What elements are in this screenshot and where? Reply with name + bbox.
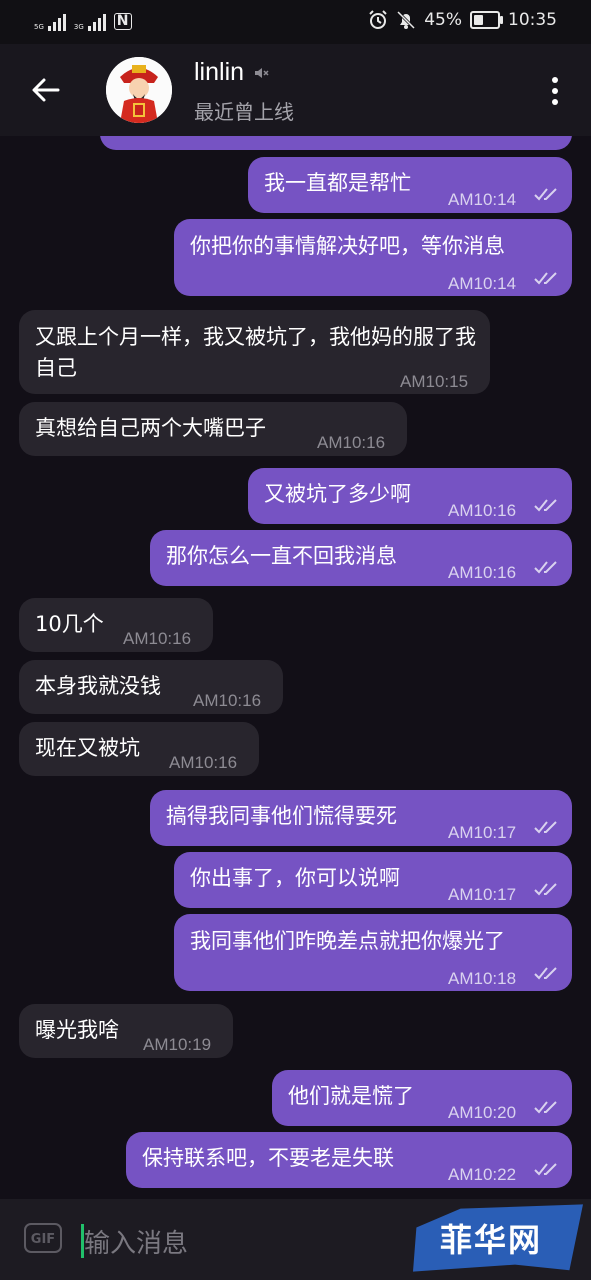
status-bar: 5G 3G N 45% 10:35 <box>0 0 591 44</box>
message-time: AM10:16 <box>169 753 238 772</box>
clock: 10:35 <box>508 10 557 30</box>
outgoing-message[interactable]: 又被坑了多少啊 AM10:16 <box>248 468 572 524</box>
incoming-message[interactable]: 10几个 AM10:16 <box>19 598 213 652</box>
message-time: AM10:17 <box>448 885 517 904</box>
read-double-check-icon <box>534 1101 557 1114</box>
message-time: AM10:16 <box>448 563 517 582</box>
message-input[interactable]: 输入消息 <box>84 1223 188 1260</box>
status-left: 5G 3G N <box>34 11 132 31</box>
message-time: AM10:19 <box>143 1035 212 1054</box>
read-double-check-icon <box>534 967 557 980</box>
outgoing-message[interactable]: 你出事了，你可以说啊 AM10:17 <box>174 852 572 908</box>
outgoing-message[interactable]: 他们就是慌了 AM10:20 <box>272 1070 572 1126</box>
message-time: AM10:14 <box>448 190 517 209</box>
network-type-1: 5G <box>34 23 44 31</box>
signal-icon-2: 3G <box>74 11 106 31</box>
contact-title[interactable]: linlin <box>194 58 270 87</box>
read-double-check-icon <box>534 499 557 512</box>
outgoing-message[interactable]: 保持联系吧，不要老是失联 AM10:22 <box>126 1132 572 1188</box>
outgoing-message[interactable]: 你把你的事情解决好吧，等你消息 AM10:14 <box>174 219 572 296</box>
message-time: AM10:17 <box>448 823 517 842</box>
mute-bell-icon <box>397 10 416 30</box>
message-text: 我同事他们昨晚差点就把你爆光了 <box>190 929 505 953</box>
incoming-message[interactable]: 曝光我啥 AM10:19 <box>19 1004 233 1058</box>
message-time: AM10:16 <box>193 691 262 710</box>
battery-icon <box>470 11 503 29</box>
watermark-text: 菲华网 <box>440 1221 543 1259</box>
message-time: AM10:16 <box>448 501 517 520</box>
more-options-icon[interactable] <box>547 74 563 108</box>
contact-name: linlin <box>194 58 245 86</box>
message-time: AM10:16 <box>123 629 192 648</box>
signal-icon-1: 5G <box>34 11 66 31</box>
message-time: AM10:20 <box>448 1103 517 1122</box>
read-double-check-icon <box>534 1163 557 1176</box>
back-arrow-icon[interactable] <box>28 72 64 108</box>
incoming-message[interactable]: 又跟上个月一样，我又被坑了，我他妈的服了我自己 AM10:15 <box>19 310 490 394</box>
outgoing-message[interactable]: 那你怎么一直不回我消息 AM10:16 <box>150 530 572 586</box>
read-double-check-icon <box>534 821 557 834</box>
read-double-check-icon <box>534 561 557 574</box>
read-double-check-icon <box>534 272 557 285</box>
message-time: AM10:16 <box>317 433 386 452</box>
gif-button[interactable]: GIF <box>24 1223 62 1253</box>
outgoing-message[interactable]: 搞得我同事他们慌得要死 AM10:17 <box>150 790 572 846</box>
god-of-wealth-avatar-icon <box>106 57 172 123</box>
outgoing-message[interactable]: 我同事他们昨晚差点就把你爆光了 AM10:18 <box>174 914 572 991</box>
last-seen-status: 最近曾上线 <box>194 100 294 124</box>
incoming-message[interactable]: 本身我就没钱 AM10:16 <box>19 660 283 714</box>
message-time: AM10:18 <box>448 969 517 988</box>
message-text: 他们就是慌了 <box>288 1084 414 1108</box>
chat-header: linlin 最近曾上线 <box>0 44 591 136</box>
message-list[interactable]: 我一直都是帮忙 AM10:14 你把你的事情解决好吧，等你消息 AM10:14 又跟上个… <box>0 136 591 1199</box>
message-time: AM10:14 <box>448 274 517 293</box>
alarm-icon <box>369 10 387 29</box>
network-type-2: 3G <box>73 23 84 31</box>
battery-percent: 45% <box>424 10 462 30</box>
read-double-check-icon <box>534 883 557 896</box>
message-time: AM10:15 <box>400 372 469 391</box>
incoming-message[interactable]: 真想给自己两个大嘴巴子 AM10:16 <box>19 402 407 456</box>
message-text: 又被坑了多少啊 <box>264 482 411 506</box>
message-text: 我一直都是帮忙 <box>264 171 411 195</box>
outgoing-message[interactable]: 我一直都是帮忙 AM10:14 <box>248 157 572 213</box>
read-double-check-icon <box>534 188 557 201</box>
muted-speaker-icon <box>255 67 269 78</box>
nfc-icon: N <box>113 12 132 30</box>
contact-avatar[interactable] <box>106 57 172 123</box>
message-time: AM10:22 <box>448 1165 517 1184</box>
message-text: 你把你的事情解决好吧，等你消息 <box>190 234 505 258</box>
status-right: 45% 10:35 <box>368 10 557 30</box>
message-bubble-partial <box>100 136 572 150</box>
incoming-message[interactable]: 现在又被坑 AM10:16 <box>19 722 259 776</box>
